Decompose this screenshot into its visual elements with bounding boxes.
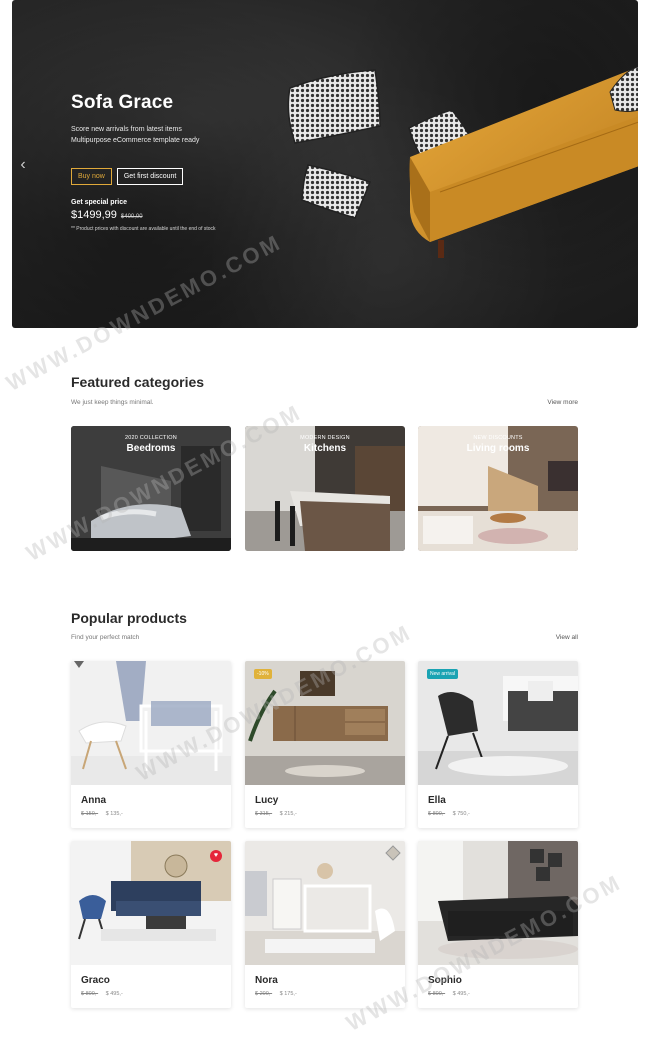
product-image xyxy=(418,841,578,965)
product-image-art xyxy=(71,661,231,785)
category-name: Beedroms xyxy=(126,443,176,454)
product-image: -10% xyxy=(245,661,405,785)
product-image-art xyxy=(71,841,231,965)
product-image-art xyxy=(418,841,578,965)
featured-subtitle: We just keep things minimal. xyxy=(71,399,154,406)
pillow-image xyxy=(287,69,381,144)
category-name: Kitchens xyxy=(303,443,347,454)
category-text: 2020 COLLECTION Beedroms xyxy=(71,435,231,454)
heart-icon[interactable]: ♥ xyxy=(210,850,222,862)
product-name: Sophio xyxy=(428,975,462,986)
product-prices: $ 150,- $ 135,- xyxy=(81,811,123,817)
product-price: $ 495,- xyxy=(105,991,123,997)
category-tag: NEW DISCOUNTS xyxy=(473,435,523,441)
product-image xyxy=(71,661,231,785)
product-image-art xyxy=(245,661,405,785)
product-old-price: $ 800,- xyxy=(428,811,446,817)
product-price: $ 175,- xyxy=(279,991,297,997)
product-name: Lucy xyxy=(255,795,279,806)
product-image-art xyxy=(245,841,405,965)
special-price-label: Get special price xyxy=(71,199,128,206)
view-all-link[interactable]: View all xyxy=(556,634,578,641)
category-card-living-rooms[interactable]: NEW DISCOUNTS Living rooms xyxy=(418,426,578,551)
product-prices: $ 800,- $ 750,- xyxy=(428,811,470,817)
category-tag: MODERN DESIGN xyxy=(300,435,350,441)
new-arrival-badge: New arrival xyxy=(427,669,459,679)
slider-prev-icon[interactable]: ‹ xyxy=(16,155,30,175)
product-card-ella[interactable]: New arrival Ella $ 800,- $ 750,- xyxy=(418,661,578,828)
pillow-image xyxy=(301,164,371,219)
product-price: $ 495,- xyxy=(452,991,470,997)
popular-subtitle: Find your perfect match xyxy=(71,634,140,641)
hero-buttons: Buy now Get first discount xyxy=(71,168,331,185)
product-card-graco[interactable]: ♥ Graco $ 800,- $ 495,- xyxy=(71,841,231,1008)
category-tag: 2020 COLLECTION xyxy=(125,435,177,441)
hero-old-price: $400,00 xyxy=(120,214,143,220)
price-row: $1499,99 $400,00 xyxy=(71,209,331,221)
product-old-price: $ 200,- xyxy=(255,991,273,997)
featured-title: Featured categories xyxy=(71,374,205,390)
product-image: ♥ xyxy=(71,841,231,965)
category-text: NEW DISCOUNTS Living rooms xyxy=(418,435,578,454)
product-old-price: $ 800,- xyxy=(428,991,446,997)
product-price: $ 215,- xyxy=(279,811,297,817)
hero-slider: ‹ › Sofa Grace Score new arrivals from l… xyxy=(12,0,638,328)
buy-now-button[interactable]: Buy now xyxy=(71,168,112,185)
hero-price: $1499,99 xyxy=(71,209,117,221)
sofa-image xyxy=(409,66,638,258)
discount-badge: -10% xyxy=(254,669,272,679)
product-card-nora[interactable]: Nora $ 200,- $ 175,- xyxy=(245,841,405,1008)
product-prices: $ 200,- $ 175,- xyxy=(255,991,297,997)
product-old-price: $ 800,- xyxy=(81,991,99,997)
popular-title: Popular products xyxy=(71,610,187,626)
get-discount-button[interactable]: Get first discount xyxy=(116,168,184,185)
category-text: MODERN DESIGN Kitchens xyxy=(245,435,405,454)
corner-marker-icon xyxy=(74,661,84,668)
product-card-anna[interactable]: Anna $ 150,- $ 135,- xyxy=(71,661,231,828)
product-old-price: $ 315,- xyxy=(255,811,273,817)
product-prices: $ 800,- $ 495,- xyxy=(428,991,470,997)
product-image: New arrival xyxy=(418,661,578,785)
view-more-link[interactable]: View more xyxy=(547,399,578,406)
product-name: Graco xyxy=(81,975,110,986)
product-old-price: $ 150,- xyxy=(81,811,99,817)
product-price: $ 135,- xyxy=(105,811,123,817)
category-card-bedrooms[interactable]: 2020 COLLECTION Beedroms xyxy=(71,426,231,551)
product-prices: $ 315,- $ 215,- xyxy=(255,811,297,817)
price-note: ** Product prices with discount are avai… xyxy=(71,226,216,232)
product-card-sophio[interactable]: Sophio $ 800,- $ 495,- xyxy=(418,841,578,1008)
product-image-art xyxy=(418,661,578,785)
product-prices: $ 800,- $ 495,- xyxy=(81,991,123,997)
category-name: Living rooms xyxy=(466,443,530,454)
product-image xyxy=(245,841,405,965)
product-name: Anna xyxy=(81,795,106,806)
product-price: $ 750,- xyxy=(452,811,470,817)
product-card-lucy[interactable]: -10% Lucy $ 315,- $ 215,- xyxy=(245,661,405,828)
product-name: Ella xyxy=(428,795,446,806)
category-card-kitchens[interactable]: MODERN DESIGN Kitchens xyxy=(245,426,405,551)
product-name: Nora xyxy=(255,975,278,986)
